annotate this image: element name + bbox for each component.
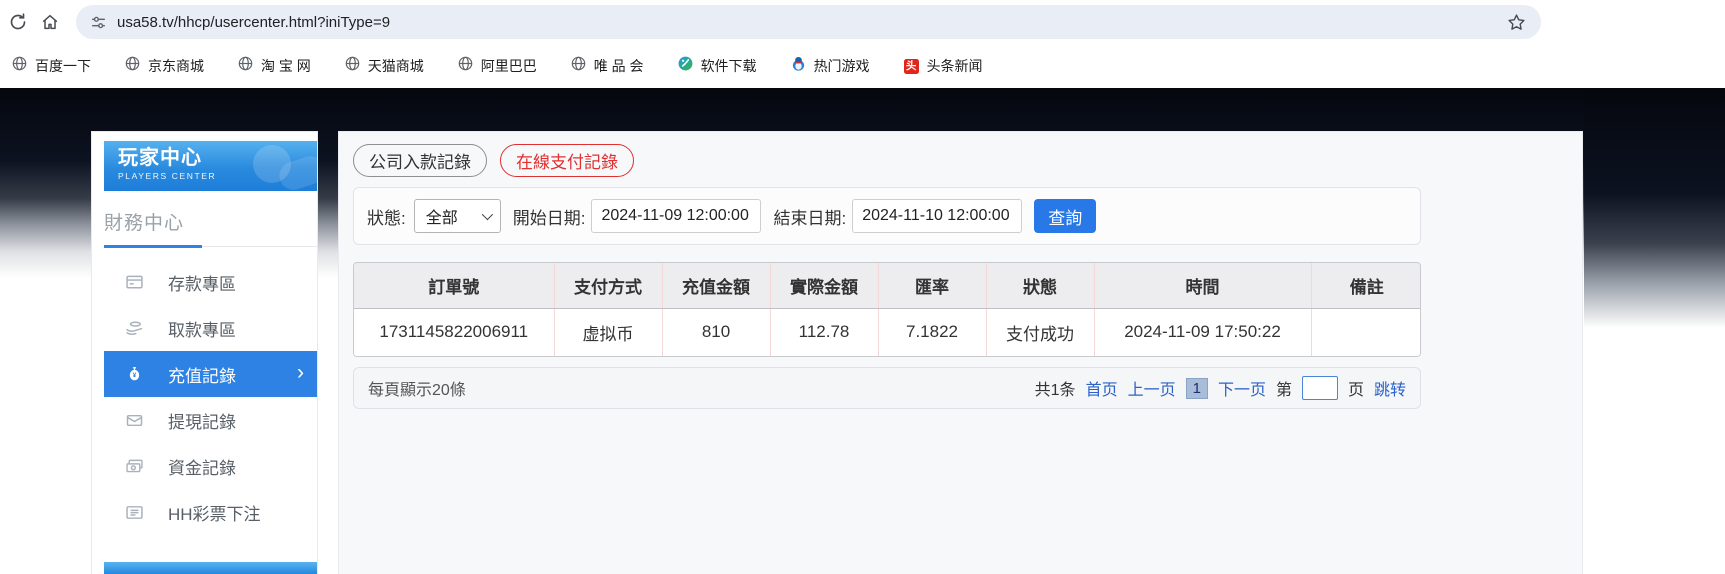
column-header: 匯率	[877, 263, 986, 309]
reload-icon[interactable]	[2, 6, 34, 38]
software-download-icon	[678, 56, 693, 76]
browser-toolbar: usa58.tv/hhcp/usercenter.html?iniType=9	[0, 0, 1725, 44]
banknotes-icon	[123, 455, 145, 477]
sidebar: 玩家中心 PLAYERS CENTER 財務中心 存款專區 取款專區 ¥ 充值記	[91, 131, 318, 574]
main-panel: 公司入款記錄 在線支付記錄 狀態: 全部 開始日期: 結束日期: 查詢	[338, 131, 1583, 574]
penguin-icon	[791, 56, 806, 76]
sidebar-item-withdrawal-records[interactable]: 提現記錄	[104, 397, 317, 443]
status-label: 狀態:	[367, 208, 406, 228]
jump-label-post: 页	[1347, 382, 1364, 399]
toutiao-icon: 头	[903, 58, 919, 74]
jump-button[interactable]: 跳转	[1374, 376, 1406, 400]
sidebar-item-deposit[interactable]: 存款專區	[104, 259, 317, 305]
current-page[interactable]: 1	[1185, 377, 1208, 399]
column-header: 時間	[1093, 263, 1311, 309]
page-size-text: 每頁顯示20條	[368, 382, 466, 399]
column-header: 充值金額	[661, 263, 770, 309]
sidebar-item-label: 提現記錄	[168, 412, 236, 432]
globe-icon	[12, 56, 27, 76]
status-select-value: 全部	[425, 210, 458, 227]
moneybag-icon: ¥	[123, 363, 145, 385]
globe-icon	[458, 56, 473, 76]
sidebar-item-label: HH彩票下注	[168, 504, 261, 524]
url-bar[interactable]: usa58.tv/hhcp/usercenter.html?iniType=9	[76, 5, 1541, 39]
sidebar-item-recharge-records[interactable]: ¥ 充值記錄 ›	[104, 351, 317, 397]
table-cell: 支付成功	[985, 308, 1094, 356]
url-text[interactable]: usa58.tv/hhcp/usercenter.html?iniType=9	[117, 14, 1506, 31]
filter-bar: 狀態: 全部 開始日期: 結束日期: 查詢	[353, 187, 1421, 245]
sidebar-item-label: 充值記錄	[168, 366, 236, 386]
pagination-bar: 每頁顯示20條 共1条 首页 上一页 1 下一页 第 页 跳转	[353, 367, 1421, 409]
records-table: 訂單號 支付方式 充值金額 實際金額 匯率 狀態 時間 備註 173114582	[353, 262, 1421, 357]
bookmark-item[interactable]: 淘 宝 网	[238, 56, 311, 76]
table-row: 1731145822006911 虚拟币 810 112.78 7.1822 支…	[354, 308, 1420, 356]
table-cell: 7.1822	[877, 308, 986, 356]
home-icon[interactable]	[34, 6, 66, 38]
bookmark-item[interactable]: 百度一下	[12, 56, 91, 76]
sidebar-item-label: 資金記錄	[168, 458, 236, 478]
sidebar-item-lottery-bets[interactable]: HH彩票下注	[104, 489, 317, 535]
tab-company-deposit-records[interactable]: 公司入款記錄	[353, 144, 487, 177]
column-header: 備註	[1310, 263, 1420, 309]
bookmark-item[interactable]: 阿里巴巴	[458, 56, 537, 76]
wallet-icon	[123, 409, 145, 431]
table-cell: 虚拟币	[553, 308, 662, 356]
column-header: 訂單號	[354, 263, 554, 309]
record-tabs: 公司入款記錄 在線支付記錄	[353, 144, 1582, 177]
globe-icon	[125, 56, 140, 76]
status-select[interactable]: 全部	[413, 199, 501, 233]
active-underline	[104, 245, 202, 248]
globe-icon	[345, 56, 360, 76]
deposit-icon	[123, 271, 145, 293]
globe-icon	[238, 56, 253, 76]
sidebar-item-label: 取款專區	[168, 320, 236, 340]
jump-page-input[interactable]	[1301, 376, 1338, 400]
finance-section-heading: 財務中心	[104, 208, 317, 248]
total-count: 共1条	[1034, 382, 1076, 399]
bookmark-star-icon[interactable]	[1506, 12, 1527, 33]
end-date-input[interactable]	[852, 199, 1023, 233]
table-cell: 112.78	[769, 308, 878, 356]
bookmark-item[interactable]: 天猫商城	[345, 56, 424, 76]
bookmark-item[interactable]: 热门游戏	[791, 56, 870, 76]
start-date-label: 開始日期:	[512, 208, 586, 228]
background-image-right	[1584, 88, 1725, 338]
tab-online-payment-records[interactable]: 在線支付記錄	[500, 144, 634, 177]
withdraw-icon	[123, 317, 145, 339]
next-section-banner	[104, 562, 317, 574]
column-header: 支付方式	[553, 263, 662, 309]
bookmark-item[interactable]: 京东商城	[125, 56, 204, 76]
column-header: 實際金額	[769, 263, 878, 309]
column-header: 狀態	[985, 263, 1094, 309]
bookmark-item[interactable]: 唯 品 会	[571, 56, 644, 76]
svg-text:¥: ¥	[132, 372, 136, 379]
list-icon	[123, 501, 145, 523]
screen: usa58.tv/hhcp/usercenter.html?iniType=9 …	[0, 0, 1725, 574]
prev-page-link[interactable]: 上一页	[1128, 376, 1176, 400]
bookmark-item[interactable]: 软件下载	[678, 56, 757, 76]
table-cell: 810	[661, 308, 770, 356]
first-page-link[interactable]: 首页	[1086, 376, 1118, 400]
next-page-link[interactable]: 下一页	[1218, 376, 1266, 400]
table-header-row: 訂單號 支付方式 充值金額 實際金額 匯率 狀態 時間 備註	[354, 263, 1420, 309]
chevron-right-icon: ›	[297, 361, 304, 385]
search-button[interactable]: 查詢	[1034, 199, 1097, 233]
jump-label-pre: 第	[1275, 382, 1292, 399]
table-cell: 1731145822006911	[354, 308, 554, 356]
bookmarks-bar: 百度一下 京东商城 淘 宝 网 天猫商城 阿里巴巴 唯 品 会 软件下载 热门游…	[0, 44, 1725, 88]
sidebar-menu: 存款專區 取款專區 ¥ 充值記錄 › 提現記錄 資金記錄 HH彩票下注	[92, 259, 317, 535]
start-date-input[interactable]	[591, 199, 762, 233]
site-settings-icon[interactable]	[90, 14, 107, 31]
sidebar-item-label: 存款專區	[168, 274, 236, 294]
sidebar-item-withdraw[interactable]: 取款專區	[104, 305, 317, 351]
bookmark-item[interactable]: 头 头条新闻	[903, 56, 983, 76]
globe-icon	[571, 56, 586, 76]
table-cell: 2024-11-09 17:50:22	[1093, 308, 1311, 356]
end-date-label: 結束日期:	[773, 208, 847, 228]
table-cell	[1310, 308, 1420, 356]
chevron-down-icon	[481, 208, 493, 221]
players-center-banner: 玩家中心 PLAYERS CENTER	[104, 141, 317, 191]
page-content: 玩家中心 PLAYERS CENTER 財務中心 存款專區 取款專區 ¥ 充值記	[0, 88, 1725, 574]
sidebar-item-funds-records[interactable]: 資金記錄	[104, 443, 317, 489]
